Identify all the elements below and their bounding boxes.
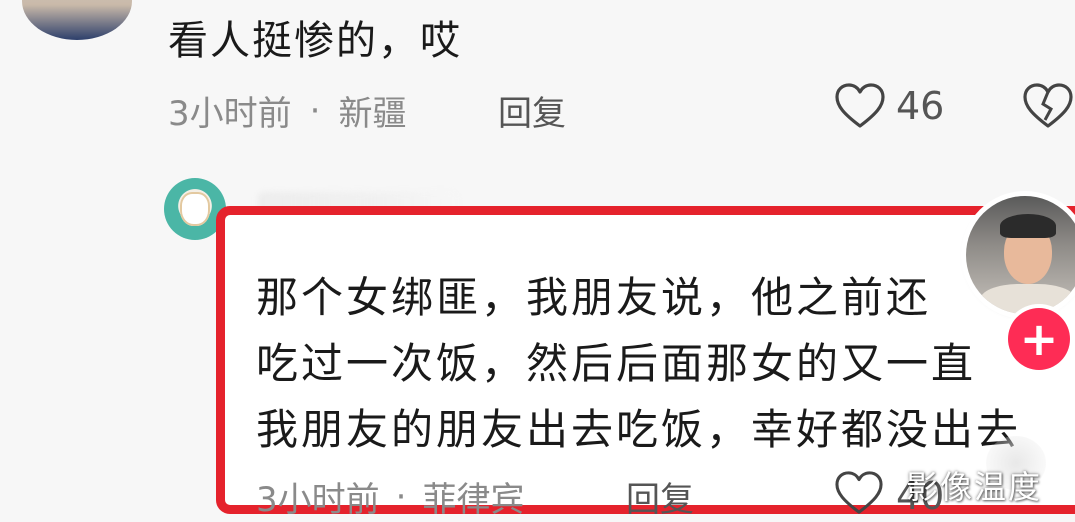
- reply-location: 菲律宾: [422, 480, 525, 520]
- creator-avatar[interactable]: [966, 196, 1075, 314]
- commenter-avatar[interactable]: [22, 0, 132, 40]
- meta-separator: ·: [395, 476, 407, 517]
- comment-location: 新疆: [338, 94, 407, 134]
- reply-time: 3小时前: [256, 480, 380, 520]
- heart-icon[interactable]: [834, 82, 886, 130]
- follow-button[interactable]: +: [1008, 308, 1070, 370]
- comment-meta: 3小时前 · 新疆: [168, 86, 406, 135]
- comment-time: 3小时前: [168, 94, 292, 134]
- reply-text-line: 那个女绑匪，我朋友说，他之前还: [256, 273, 932, 322]
- like-count: 46: [896, 84, 945, 128]
- reply-text-line: 吃过一次饭，然后后面那女的又一直: [256, 339, 977, 388]
- reply-text-line: 我朋友的朋友出去吃饭，幸好都没出去: [256, 405, 1022, 454]
- reply-button[interactable]: 回复: [626, 472, 694, 521]
- comment-text: 看人挺惨的，哎: [168, 18, 462, 64]
- reply-button[interactable]: 回复: [498, 86, 566, 135]
- reply-meta: 3小时前 · 菲律宾: [256, 472, 524, 521]
- watermark: 影像温度: [906, 468, 1043, 506]
- broken-heart-icon[interactable]: [1022, 82, 1074, 130]
- cat-figure-icon: [180, 192, 210, 226]
- heart-icon[interactable]: [834, 470, 884, 516]
- meta-separator: ·: [309, 90, 321, 131]
